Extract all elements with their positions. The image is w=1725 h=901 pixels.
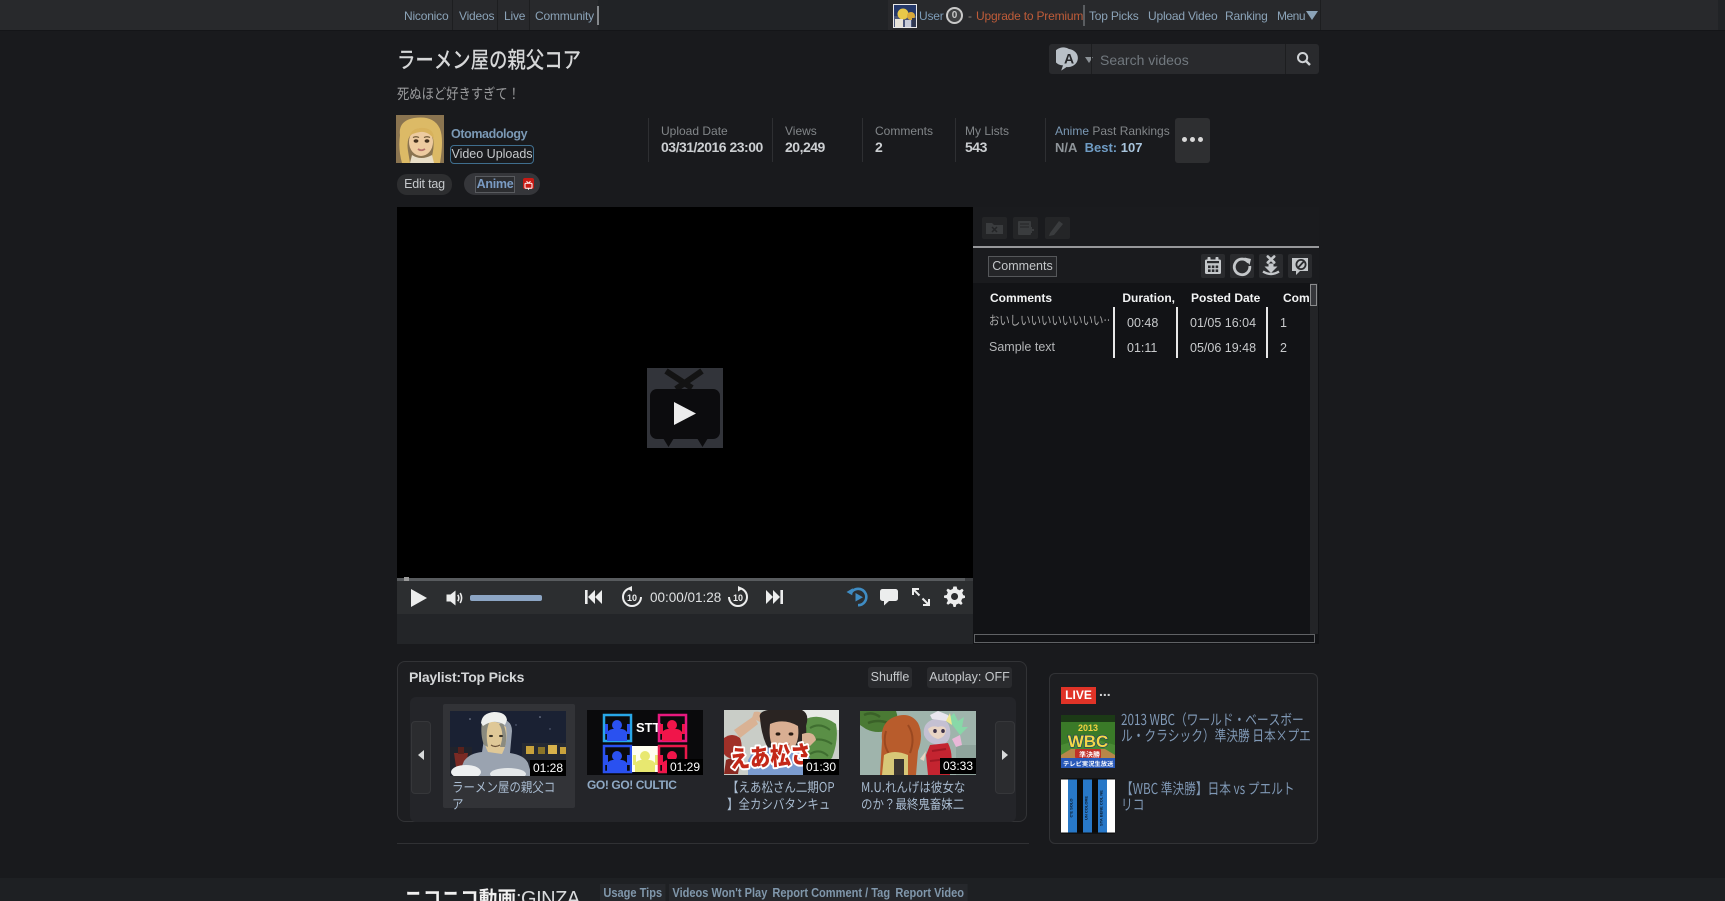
svg-text:A: A	[1064, 51, 1074, 67]
svg-text:STA BENE COL NE: STA BENE COL NE	[1099, 790, 1104, 826]
svg-text:C'E SOLO: C'E SOLO	[1069, 799, 1074, 818]
svg-text:10: 10	[733, 593, 743, 603]
svg-text:WBC: WBC	[1068, 732, 1109, 751]
svg-text:10: 10	[627, 593, 637, 603]
svg-text:UN COLORE: UN COLORE	[1084, 796, 1089, 820]
